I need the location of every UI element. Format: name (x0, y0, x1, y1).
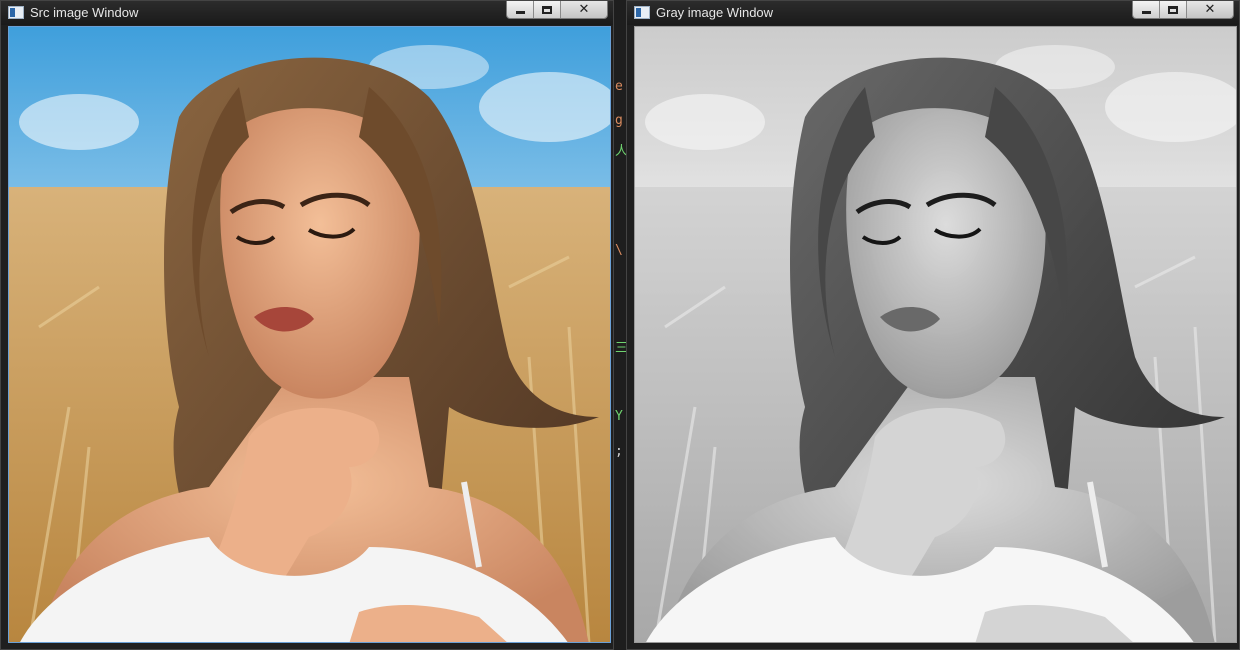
image-canvas[interactable] (634, 26, 1237, 643)
close-icon: ✕ (578, 2, 590, 17)
minimize-button[interactable] (1133, 1, 1160, 18)
window-controls: ✕ (1132, 1, 1234, 19)
desktop: e g 人 \ 三 Y ; Src image Window ✕ Gray im… (0, 0, 1240, 650)
minimize-icon (1141, 11, 1151, 14)
gray-image-window[interactable]: Gray image Window ✕ (626, 0, 1240, 650)
src-image-window[interactable]: Src image Window ✕ (0, 0, 614, 650)
window-titlebar[interactable]: Gray image Window ✕ (627, 1, 1239, 25)
editor-glyph: 人 (615, 144, 626, 159)
editor-glyph: 三 (615, 341, 626, 356)
close-icon: ✕ (1204, 2, 1216, 17)
minimize-button[interactable] (507, 1, 534, 18)
image-canvas[interactable] (8, 26, 611, 643)
editor-glyph: e (615, 79, 623, 94)
window-controls: ✕ (506, 1, 608, 19)
maximize-icon (1168, 5, 1178, 14)
close-button[interactable]: ✕ (1187, 1, 1233, 18)
background-code-editor: e g 人 \ 三 Y ; (614, 0, 626, 650)
window-app-icon[interactable] (8, 6, 24, 19)
window-titlebar[interactable]: Src image Window ✕ (1, 1, 613, 25)
portrait-image (9, 27, 610, 642)
portrait-image-grayscale (635, 27, 1236, 642)
minimize-icon (515, 11, 525, 14)
maximize-icon (542, 5, 552, 14)
editor-glyph: g (615, 113, 623, 128)
maximize-button[interactable] (534, 1, 561, 18)
editor-glyph: \ (615, 243, 623, 258)
editor-glyph: ; (615, 444, 623, 459)
editor-glyph: Y (615, 409, 623, 424)
maximize-button[interactable] (1160, 1, 1187, 18)
window-app-icon[interactable] (634, 6, 650, 19)
window-title: Gray image Window (656, 5, 774, 20)
close-button[interactable]: ✕ (561, 1, 607, 18)
window-title: Src image Window (30, 5, 139, 20)
